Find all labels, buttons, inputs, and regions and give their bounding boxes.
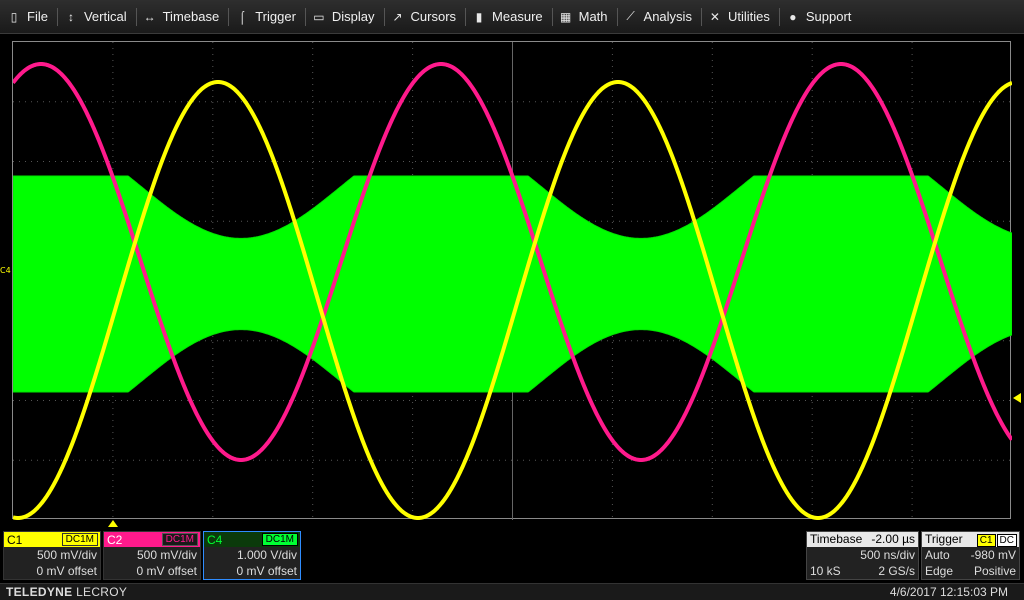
menu-label: Timebase <box>162 9 220 24</box>
menu-label: Support <box>805 9 852 24</box>
date-time: 4/6/2017 12:15:03 PM <box>889 585 1008 599</box>
trigger-coupling: DC <box>996 534 1017 547</box>
menu-bar: ▯ File ↕ Vertical ↔ Timebase ⌠ Trigger ▭ Display ↗… <box>0 0 1024 34</box>
horizontal-arrows-icon: ↔ <box>143 9 156 24</box>
vertical-arrows-icon: ↕ <box>67 9 74 24</box>
channel-1-name: C1 <box>7 532 23 547</box>
menu-trigger[interactable]: ⌠ Trigger <box>228 0 305 34</box>
channel-4-offset: 0 mV offset <box>236 564 297 578</box>
channel-2-descriptor[interactable]: C2 DC1M 500 mV/div 0 mV offset <box>103 531 201 580</box>
support-icon: ● <box>789 9 797 24</box>
menu-analysis[interactable]: ⟋ Analysis <box>616 0 701 34</box>
channel-1-vdiv: 500 mV/div <box>36 548 97 562</box>
menu-cursors[interactable]: ↗ Cursors <box>383 0 466 34</box>
timebase-delay: -2.00 µs <box>871 532 915 546</box>
channel-4-coupling: DC1M <box>261 533 298 546</box>
menu-label: Trigger <box>255 9 296 24</box>
channel-4-vdiv: 1.000 V/div <box>236 548 297 562</box>
menu-label: Cursors <box>410 9 457 24</box>
trigger-descriptor[interactable]: Trigger C1 DC Auto -980 mV Edge Positive <box>921 531 1020 580</box>
measure-icon: ▮ <box>475 9 483 24</box>
channel-4-name: C4 <box>207 532 223 547</box>
menu-label: Analysis <box>643 9 692 24</box>
file-icon: ▯ <box>10 9 18 24</box>
channel-4-descriptor[interactable]: C4 DC1M 1.000 V/div 0 mV offset <box>203 531 301 580</box>
menu-vertical[interactable]: ↕ Vertical <box>56 0 136 34</box>
waveform-grid[interactable] <box>12 41 1012 520</box>
menu-utilities[interactable]: ✕ Utilities <box>700 0 779 34</box>
display-icon: ▭ <box>313 9 325 24</box>
timebase-rate: 2 GS/s <box>878 564 915 578</box>
menu-label: Measure <box>492 9 543 24</box>
timebase-label: Timebase <box>810 532 863 546</box>
channel-2-offset: 0 mV offset <box>136 564 197 578</box>
channel-4-trace <box>13 175 1012 393</box>
channel-2-vdiv: 500 mV/div <box>136 548 197 562</box>
status-footer: TELEDYNE LECROY 4/6/2017 12:15:03 PM <box>0 583 1024 600</box>
trigger-label: Trigger <box>925 532 963 546</box>
menu-label: Vertical <box>83 9 127 24</box>
channel-1-descriptor[interactable]: C1 DC1M 500 mV/div 0 mV offset <box>3 531 101 580</box>
trigger-level: -980 mV <box>970 548 1016 562</box>
menu-label: Utilities <box>727 9 770 24</box>
analysis-icon: ⟋ <box>626 9 635 23</box>
trigger-source: C1 <box>976 534 996 547</box>
menu-measure[interactable]: ▮ Measure <box>465 0 552 34</box>
trigger-icon: ⌠ <box>238 9 246 24</box>
trigger-mode: Auto <box>925 548 950 562</box>
menu-timebase[interactable]: ↔ Timebase <box>135 0 229 34</box>
trigger-type: Edge <box>925 564 954 578</box>
trigger-level-marker[interactable] <box>1013 393 1021 403</box>
menu-label: Display <box>331 9 375 24</box>
menu-math[interactable]: ▦ Math <box>551 0 617 34</box>
channel-1-coupling: DC1M <box>61 533 98 546</box>
cursor-icon: ↗ <box>392 9 403 24</box>
menu-display[interactable]: ▭ Display <box>304 0 384 34</box>
timebase-samples: 10 kS <box>810 564 841 578</box>
channel-1-offset: 0 mV offset <box>36 564 97 578</box>
utilities-icon: ✕ <box>709 9 720 24</box>
math-icon: ▦ <box>559 9 572 24</box>
brand-logo: TELEDYNE LECROY <box>6 585 128 599</box>
channel-2-name: C2 <box>107 532 123 547</box>
timebase-tdiv: 500 ns/div <box>860 548 915 562</box>
timebase-descriptor[interactable]: Timebase -2.00 µs 500 ns/div 10 kS 2 GS/s <box>806 531 919 580</box>
menu-label: File <box>27 9 48 24</box>
trigger-position-marker[interactable] <box>108 520 118 527</box>
menu-label: Math <box>578 9 608 24</box>
trigger-slope: Positive <box>973 564 1016 578</box>
channel-2-coupling: DC1M <box>161 533 198 546</box>
waveform-display <box>13 42 1012 520</box>
menu-support[interactable]: ● Support <box>778 0 861 34</box>
menu-file[interactable]: ▯ File <box>0 0 57 34</box>
channel-offset-marker[interactable]: C4 <box>0 266 11 275</box>
